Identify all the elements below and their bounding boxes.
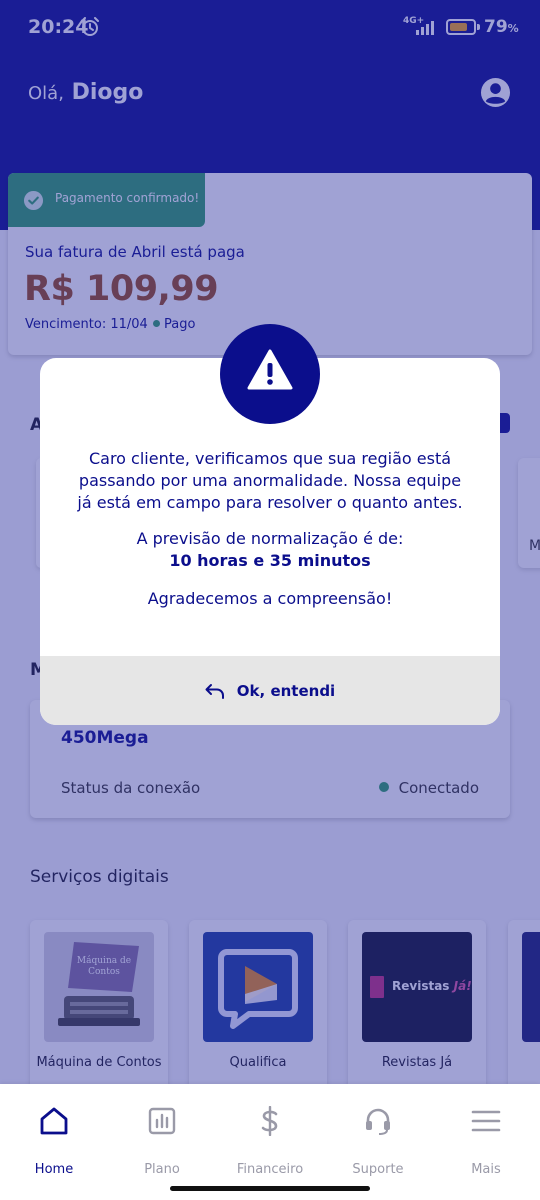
reply-icon [205,683,224,699]
nav-item-financeiro[interactable]: Financeiro [216,1102,324,1177]
home-icon [40,1107,68,1135]
dialog-message: Caro cliente, verificamos que sua região… [77,449,463,512]
nav-item-plano[interactable]: Plano [108,1102,216,1177]
dialog-body: Caro cliente, verificamos que sua região… [40,448,500,610]
dollar-icon [261,1106,278,1136]
menu-icon [471,1110,501,1132]
nav-label: Plano [144,1162,180,1177]
chart-icon [148,1107,176,1135]
gesture-home-bar[interactable] [170,1186,370,1191]
dialog-footer: Ok, entendi [40,656,500,725]
app-screen: 20:24 4G+ 79% Olá, Diogo Pagamento confi… [0,0,540,1200]
warning-icon [247,349,293,390]
nav-item-home[interactable]: Home [0,1102,108,1177]
forecast-value: 10 horas e 35 minutos [169,551,371,570]
nav-label: Mais [471,1162,501,1177]
forecast-label: A previsão de normalização é de: [136,529,404,548]
warning-badge [220,324,320,424]
nav-item-suporte[interactable]: Suporte [324,1102,432,1177]
headset-icon [366,1108,390,1135]
nav-label: Home [34,1162,74,1177]
nav-label: Financeiro [236,1162,304,1177]
dialog-thanks: Agradecemos a compreensão! [147,589,393,608]
bottom-navigation: Home Plano Financeiro Suporte Mais [0,1084,540,1200]
nav-item-mais[interactable]: Mais [432,1102,540,1177]
nav-label: Suporte [352,1162,404,1177]
ok-button[interactable]: Ok, entendi [40,656,500,725]
ok-button-label: Ok, entendi [236,681,336,700]
